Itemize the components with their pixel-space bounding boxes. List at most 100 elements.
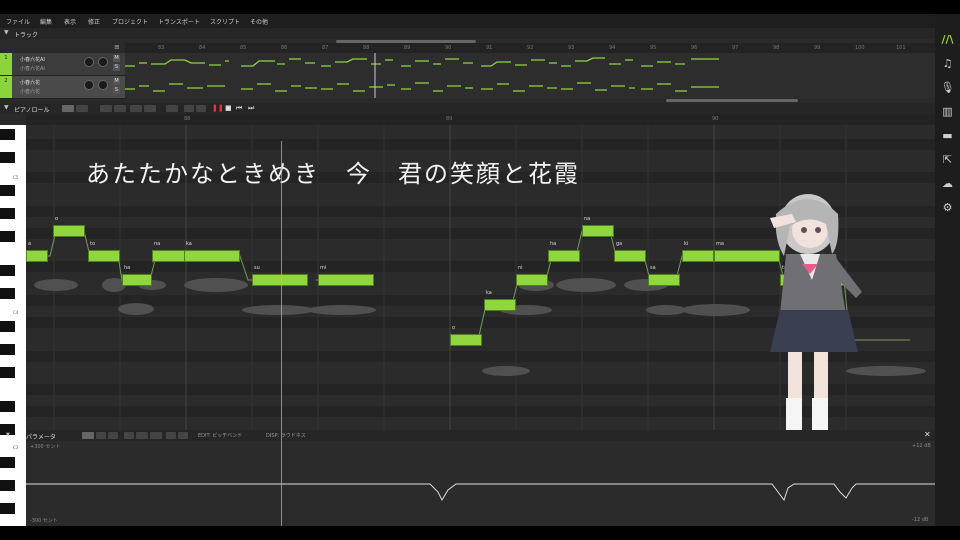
note-block[interactable] [614, 250, 646, 262]
cloud-icon[interactable]: ☁ [940, 176, 955, 191]
ruler-label: 98 [773, 45, 780, 51]
ruler-label: 88 [184, 116, 191, 122]
note-lyric: ha [550, 241, 557, 247]
logo-icon: //\ [941, 33, 954, 46]
track-name[interactable]: 小春六花AI [20, 56, 45, 63]
mute-button[interactable]: M [113, 55, 120, 62]
note-block[interactable] [450, 334, 482, 346]
track-voice: 小春六花 [20, 89, 41, 95]
note-lyric: ka [186, 241, 192, 247]
pianoroll-toolbar: ▼ ピアノロール ❚❚ ■ ⏮ ⏭ [0, 103, 935, 114]
track-lane[interactable] [125, 53, 935, 98]
note-block[interactable] [184, 250, 240, 262]
pitch-bend-curve [26, 483, 935, 502]
track-row[interactable]: 1 小春六花AI 小春六花AI M S [0, 53, 125, 76]
key-label: C3 [13, 445, 19, 450]
vibrato-tool-button[interactable] [114, 105, 126, 112]
key-label: C4 [13, 310, 19, 315]
note-lyric: o [55, 216, 59, 222]
pen-tool-button[interactable] [76, 105, 88, 112]
note-lyric: ma [716, 241, 724, 247]
stop-icon[interactable]: ■ [225, 104, 232, 112]
ruler-label: 89 [404, 45, 411, 51]
microphone-icon[interactable]: 🎙 [940, 80, 955, 95]
ruler-label: 99 [814, 45, 821, 51]
menu-view[interactable]: 表示 [64, 17, 76, 26]
export-icon[interactable]: ⇱ [940, 152, 955, 167]
timeline-ruler[interactable]: 83 84 85 86 87 88 89 90 91 92 93 94 95 9… [125, 43, 935, 53]
menu-edit[interactable]: 編集 [40, 17, 52, 26]
ruler-label: 96 [691, 45, 698, 51]
forward-icon[interactable]: ⏭ [248, 104, 254, 113]
note-block[interactable] [648, 274, 680, 286]
music-note-icon[interactable]: ♫ [940, 56, 955, 71]
solo-button[interactable]: S [113, 87, 120, 94]
menu-script[interactable]: スクリプト [210, 17, 240, 26]
ruler-label: 87 [322, 45, 329, 51]
select-tool-button[interactable] [62, 105, 74, 112]
note-block[interactable] [26, 250, 48, 262]
snap-button[interactable] [130, 105, 142, 112]
volume-knob[interactable] [84, 80, 94, 90]
metronome-button[interactable] [196, 105, 206, 112]
key-label: C5 [13, 175, 19, 180]
track-name[interactable]: 小春六花 [20, 79, 40, 86]
ruler-label: 90 [712, 116, 719, 122]
note-lyric: na [154, 241, 161, 247]
note-block[interactable] [318, 274, 374, 286]
note-block[interactable] [252, 274, 308, 286]
note-lyric: o [452, 325, 456, 331]
ruler-label: 84 [199, 45, 206, 51]
library-icon[interactable]: ▥ [940, 104, 955, 119]
grid-button[interactable] [144, 105, 156, 112]
note-lyric: ha [124, 265, 131, 271]
gear-icon[interactable]: ⚙ [940, 200, 955, 215]
track-number: 2 [0, 76, 12, 98]
menu-other[interactable]: その他 [250, 17, 268, 26]
note-lyric: a [28, 241, 32, 247]
loop-button[interactable] [184, 105, 194, 112]
playhead[interactable] [281, 141, 282, 526]
menu-modify[interactable]: 修正 [88, 17, 100, 26]
ruler-label: 88 [363, 45, 370, 51]
ruler-label: 101 [896, 45, 906, 51]
note-block[interactable] [53, 225, 85, 237]
pan-knob[interactable] [98, 80, 108, 90]
note-block[interactable] [682, 250, 714, 262]
ruler-label: 90 [445, 45, 452, 51]
book-icon[interactable]: ▬ [940, 128, 955, 143]
rewind-icon[interactable]: ⏮ [236, 104, 242, 113]
ruler-label: 93 [568, 45, 575, 51]
note-lyric: mi [320, 265, 327, 271]
parameter-panel: ▼ パラメータ EDIT: ピッチベンド DISP: ラウドネス ✕ +300 … [6, 430, 935, 526]
chevron-down-icon[interactable]: ▼ [4, 29, 9, 36]
lyric-subtitle: あたたかなときめき 今 君の笑顔と花霞 [86, 160, 580, 188]
menu-icon[interactable]: ≡ [114, 43, 120, 51]
volume-knob[interactable] [84, 57, 94, 67]
menu-transport[interactable]: トランスポート [158, 17, 200, 26]
chevron-down-icon[interactable]: ▼ [6, 432, 10, 438]
note-block[interactable] [516, 274, 548, 286]
solo-button[interactable]: S [113, 64, 120, 71]
pan-knob[interactable] [98, 57, 108, 67]
pitch-tool-button[interactable] [100, 105, 112, 112]
track-row[interactable]: 2 小春六花 小春六花 M S [0, 76, 125, 99]
quantize-button[interactable] [166, 105, 178, 112]
note-block[interactable] [88, 250, 120, 262]
track-scrollbar-horizontal[interactable] [666, 99, 798, 102]
ruler-label: 89 [446, 116, 453, 122]
note-lyric: ka [486, 290, 492, 296]
piano-keyboard[interactable]: C5 C4 C3 [0, 125, 26, 526]
record-icon[interactable]: ❚❚ [212, 104, 224, 112]
pianoroll-ruler[interactable]: 88 89 90 [26, 114, 935, 125]
note-lyric: su [254, 265, 260, 271]
menu-file[interactable]: ファイル [6, 17, 30, 26]
chevron-down-icon[interactable]: ▼ [4, 104, 9, 111]
note-block[interactable] [122, 274, 152, 286]
menu-project[interactable]: プロジェクト [112, 17, 148, 26]
mute-button[interactable]: M [113, 78, 120, 85]
ruler-label: 97 [732, 45, 739, 51]
note-block[interactable] [582, 225, 614, 237]
note-block[interactable] [484, 299, 516, 311]
note-block[interactable] [548, 250, 580, 262]
